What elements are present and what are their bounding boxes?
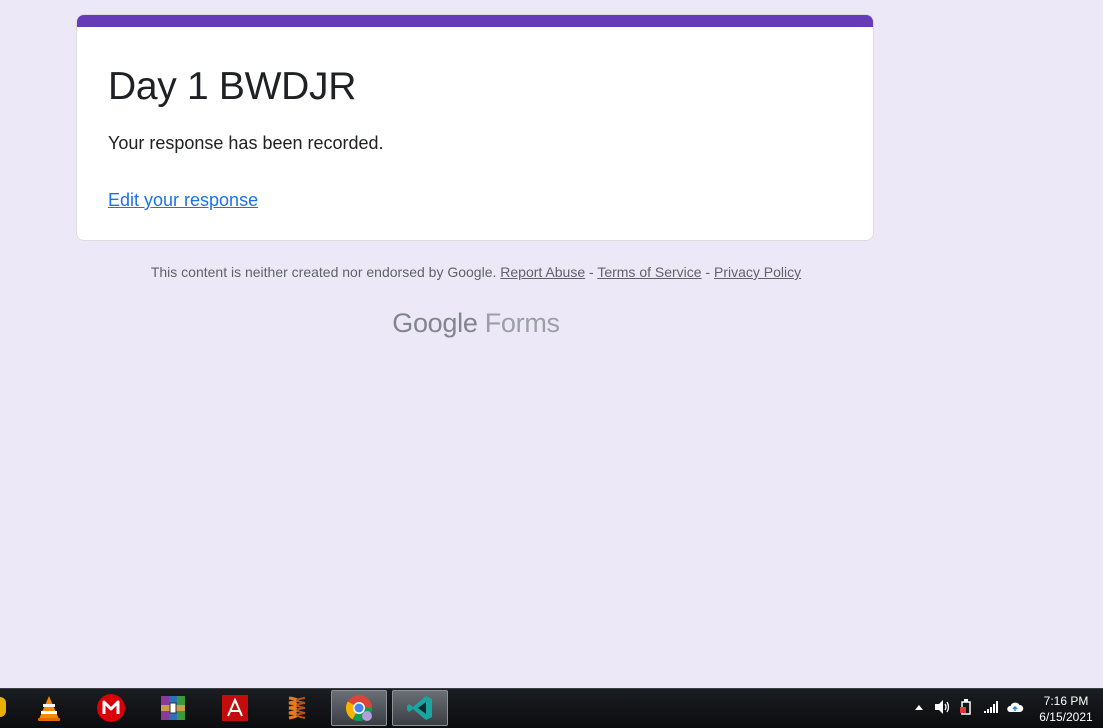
clock-date: 6/15/2021	[1039, 710, 1093, 724]
vlc-icon	[38, 696, 60, 721]
taskbar-app-vscode[interactable]	[392, 690, 448, 726]
partial-taskbar-icon[interactable]	[0, 697, 6, 717]
signal-icon	[984, 701, 998, 713]
taskbar-app-vlc[interactable]	[21, 690, 77, 726]
form-title: Day 1 BWDJR	[108, 65, 357, 108]
report-abuse-link[interactable]: Report Abuse	[500, 264, 585, 280]
clock-time: 7:16 PM	[1043, 694, 1089, 708]
taskbar-clock[interactable]: 7:16 PM 6/15/2021	[1036, 693, 1096, 725]
network-button[interactable]	[982, 698, 1000, 716]
taskbar-app-spring[interactable]	[269, 690, 325, 726]
mega-icon	[97, 694, 125, 722]
footer-disclaimer: This content is neither created nor endo…	[76, 264, 876, 280]
confirmation-message: Your response has been recorded.	[108, 133, 384, 153]
privacy-policy-link[interactable]: Privacy Policy	[714, 264, 801, 280]
edit-response-link[interactable]: Edit your response	[108, 190, 258, 211]
separator: -	[589, 264, 594, 280]
google-forms-logo[interactable]: Google Forms	[76, 308, 876, 339]
vscode-icon	[407, 696, 432, 720]
card-accent-bar	[77, 15, 873, 27]
spring-app-icon	[288, 696, 306, 720]
logo-forms-text: Forms	[484, 308, 560, 338]
power-button[interactable]	[957, 698, 975, 716]
winrar-icon	[161, 696, 185, 720]
browser-page: Day 1 BWDJR Your response has been recor…	[0, 0, 1103, 688]
response-card: Day 1 BWDJR Your response has been recor…	[76, 14, 874, 241]
show-hidden-icons-arrow-icon	[915, 705, 923, 710]
taskbar-app-mega[interactable]	[83, 690, 139, 726]
taskbar-app-chrome[interactable]	[331, 690, 387, 726]
power-icon	[960, 699, 971, 715]
logo-google-text: Google	[392, 308, 478, 338]
cloud-icon	[1007, 702, 1024, 712]
disclaimer-text: This content is neither created nor endo…	[150, 264, 497, 280]
show-hidden-icons-button[interactable]	[910, 698, 928, 716]
terms-of-service-link[interactable]: Terms of Service	[597, 264, 701, 280]
adobe-acrobat-icon	[222, 695, 248, 721]
separator: -	[705, 264, 711, 280]
chrome-icon	[345, 695, 373, 722]
taskbar-app-winrar[interactable]	[145, 690, 201, 726]
volume-icon	[935, 700, 950, 714]
volume-button[interactable]	[934, 698, 952, 716]
onedrive-button[interactable]	[1006, 698, 1024, 716]
taskbar-app-acrobat[interactable]	[207, 690, 263, 726]
